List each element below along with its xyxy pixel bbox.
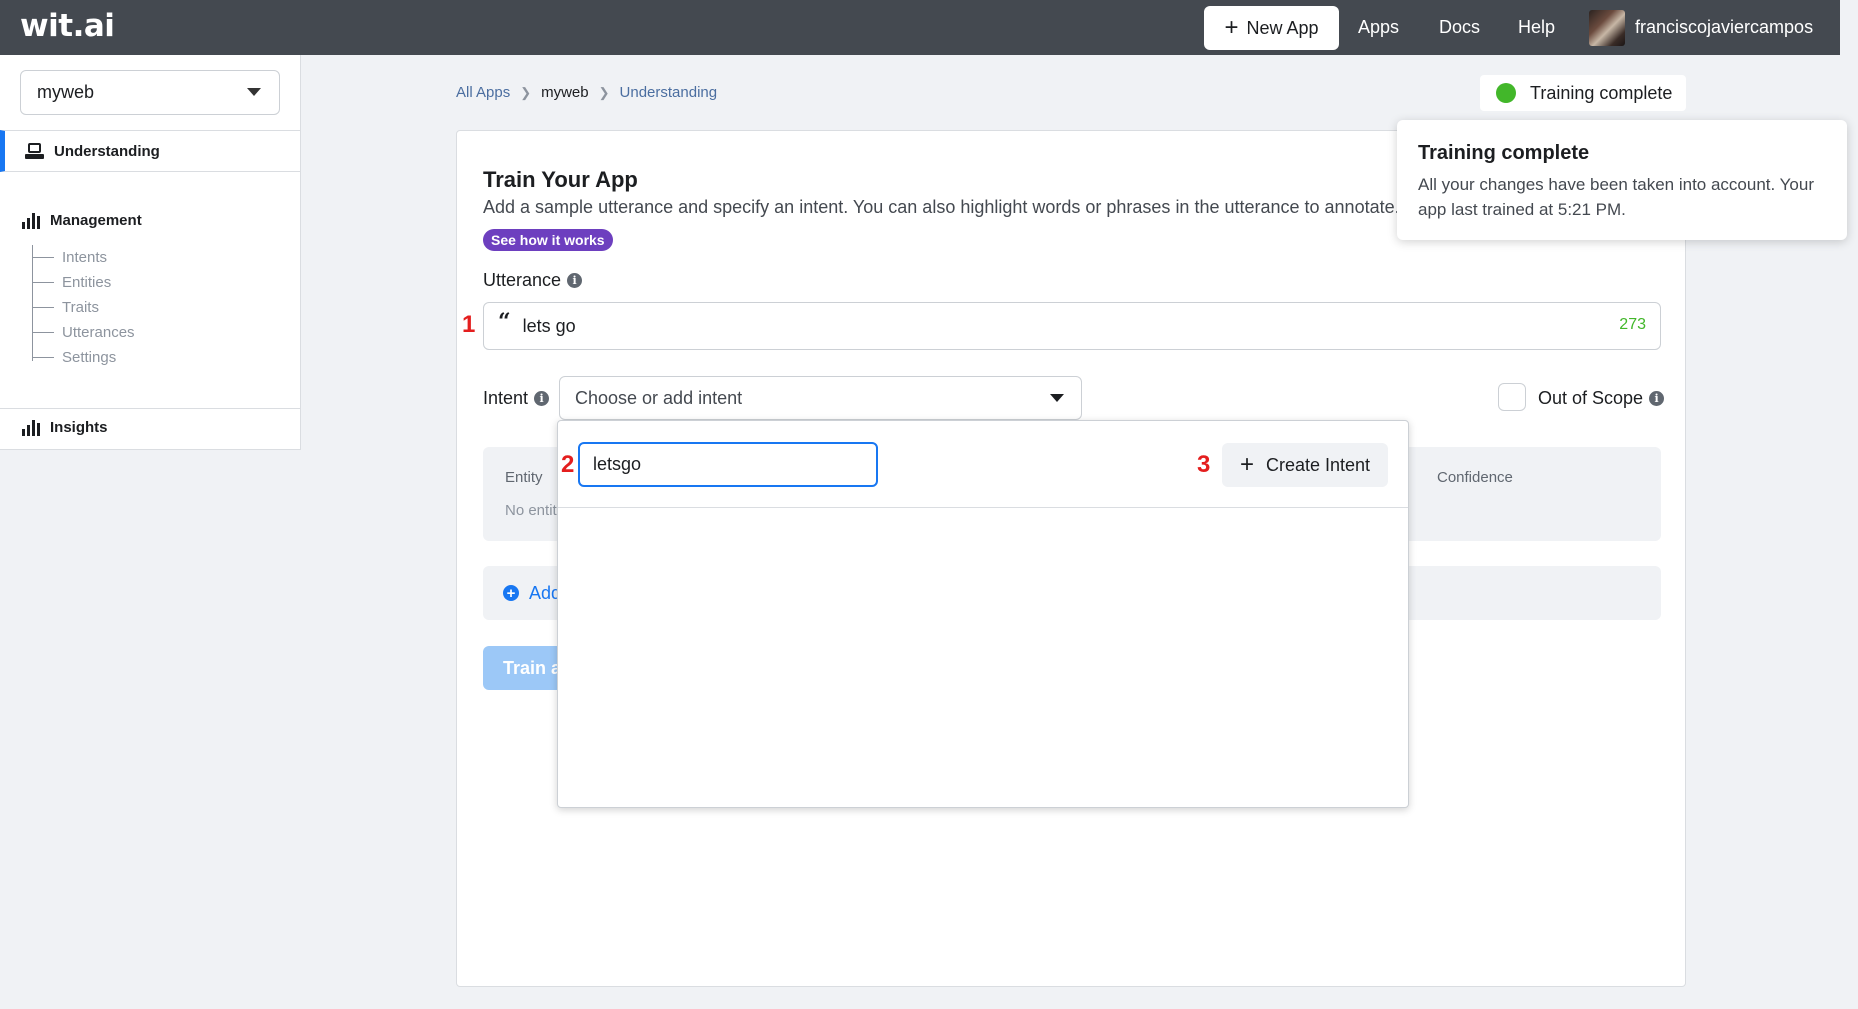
utterance-value: lets go	[522, 315, 576, 336]
divider	[0, 408, 300, 409]
caret-down-icon	[1050, 394, 1064, 402]
page-title: Train Your App	[483, 167, 638, 192]
create-intent-button[interactable]: + Create Intent	[1222, 443, 1388, 487]
info-icon[interactable]: i	[1649, 391, 1665, 406]
chevron-right-icon: ❯	[520, 84, 532, 100]
sidebar: myweb Understanding Management Intents E…	[0, 55, 301, 450]
breadcrumb-app[interactable]: myweb	[541, 84, 589, 101]
out-of-scope-text: Out of Scope	[1538, 388, 1644, 408]
sidebar-item-insights[interactable]: Insights	[22, 419, 108, 436]
out-of-scope-checkbox[interactable]	[1498, 383, 1526, 411]
sidebar-item-intents[interactable]: Intents	[32, 245, 135, 270]
intent-dropdown-header: + Create Intent	[558, 421, 1408, 508]
utterance-input[interactable]: “ lets go 273	[483, 302, 1661, 350]
annotation-1: 1	[462, 311, 476, 338]
caret-down-icon	[247, 88, 261, 96]
sidebar-item-label: Management	[50, 212, 142, 229]
info-icon[interactable]: i	[534, 391, 550, 406]
sidebar-item-understanding[interactable]: Understanding	[0, 130, 300, 172]
sidebar-item-utterances[interactable]: Utterances	[32, 320, 135, 345]
sidebar-item-label: Insights	[50, 419, 108, 436]
entity-column-header: Entity	[505, 469, 543, 486]
nav-docs-link[interactable]: Docs	[1439, 17, 1480, 38]
intent-label-text: Intent	[483, 388, 529, 408]
understanding-icon	[25, 143, 44, 159]
training-status[interactable]: Training complete	[1480, 75, 1686, 111]
annotation-2: 2	[561, 451, 575, 478]
training-status-label: Training complete	[1530, 82, 1673, 103]
nav-apps-link[interactable]: Apps	[1358, 17, 1399, 38]
management-subnav: Intents Entities Traits Utterances Setti…	[32, 245, 135, 370]
see-how-it-works-link[interactable]: See how it works	[483, 229, 613, 251]
out-of-scope-label: Out of Scope i	[1538, 388, 1665, 409]
plus-icon: +	[1224, 14, 1239, 41]
top-nav-bar: wit.ai + New App Apps Docs Help francisc…	[0, 0, 1840, 55]
training-complete-toast: Training complete All your changes have …	[1397, 120, 1847, 240]
intent-select[interactable]: Choose or add intent	[559, 376, 1082, 420]
sidebar-item-entities[interactable]: Entities	[32, 270, 135, 295]
intent-placeholder: Choose or add intent	[575, 387, 743, 408]
nav-help-link[interactable]: Help	[1518, 17, 1555, 38]
utterance-label: Utterance i	[483, 270, 583, 291]
annotation-3: 3	[1197, 451, 1211, 478]
create-intent-label: Create Intent	[1265, 454, 1371, 475]
toast-body: All your changes have been taken into ac…	[1418, 175, 1815, 219]
sidebar-item-label: Understanding	[54, 142, 160, 160]
breadcrumb: All Apps ❯ myweb ❯ Understanding	[456, 84, 717, 101]
user-avatar[interactable]	[1589, 10, 1625, 46]
sidebar-item-management[interactable]: Management	[22, 212, 142, 229]
sidebar-item-settings[interactable]: Settings	[32, 345, 135, 370]
confidence-column-header: Confidence	[1437, 469, 1513, 486]
breadcrumb-page[interactable]: Understanding	[620, 84, 718, 101]
status-dot-icon	[1496, 83, 1516, 103]
new-app-button[interactable]: + New App	[1204, 6, 1339, 50]
chevron-right-icon: ❯	[598, 84, 610, 100]
info-icon[interactable]: i	[567, 273, 583, 288]
plus-circle-icon: +	[503, 585, 519, 601]
train-description: Add a sample utterance and specify an in…	[483, 197, 1400, 217]
toast-title: Training complete	[1418, 142, 1590, 164]
bar-chart-icon	[22, 212, 40, 229]
sidebar-item-traits[interactable]: Traits	[32, 295, 135, 320]
no-entities-text: No entiti	[505, 502, 561, 519]
char-count: 273	[1619, 316, 1646, 333]
bar-chart-icon	[22, 419, 40, 436]
intent-dropdown: + Create Intent	[557, 420, 1409, 808]
app-selector[interactable]: myweb	[20, 70, 280, 115]
username[interactable]: franciscojaviercampos	[1635, 17, 1813, 38]
quote-icon: “	[498, 309, 511, 335]
new-app-label: New App	[1246, 17, 1319, 38]
wit-ai-logo[interactable]: wit.ai	[20, 8, 115, 44]
plus-icon: +	[1239, 451, 1254, 478]
app-selector-value: myweb	[37, 82, 95, 102]
intent-label: Intent i	[483, 388, 550, 409]
utterance-label-text: Utterance	[483, 270, 562, 290]
breadcrumb-all-apps[interactable]: All Apps	[456, 84, 510, 101]
intent-search-input[interactable]	[578, 442, 878, 487]
